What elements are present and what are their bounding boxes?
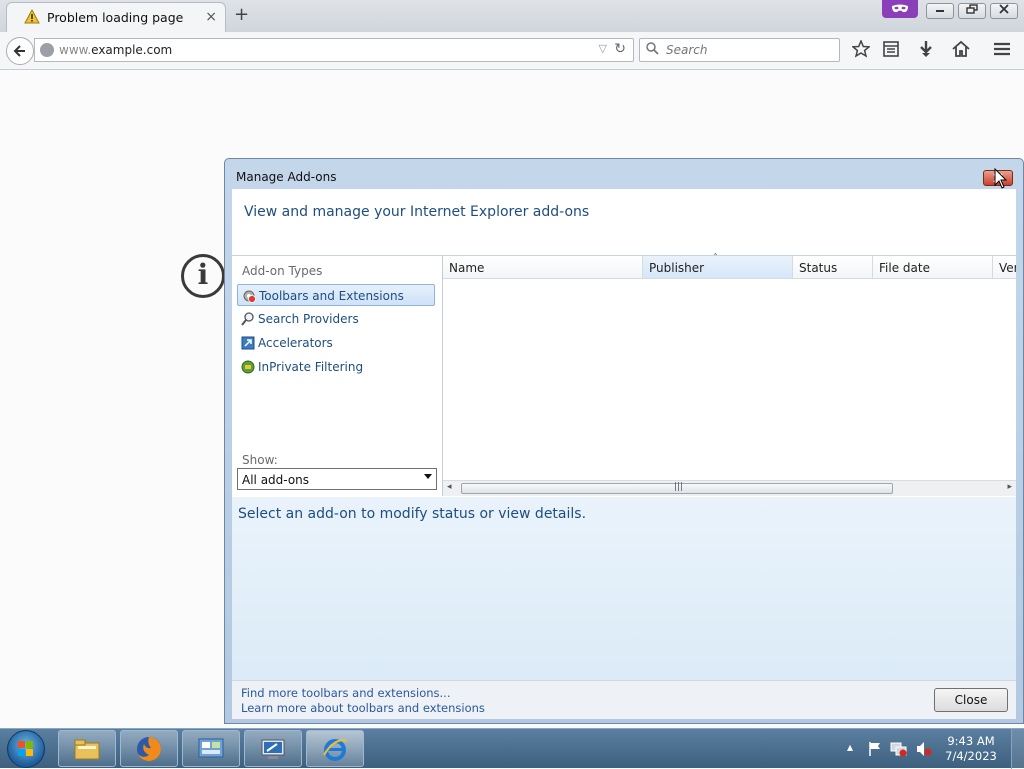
globe-icon xyxy=(40,43,54,57)
show-hidden-icons-icon[interactable]: ▴ xyxy=(847,740,853,754)
navigation-toolbar: www.example.com ▽ ↻ xyxy=(0,32,1024,70)
taskbar: ▴ 9:43 AM 7/4/2023 xyxy=(0,728,1024,769)
find-more-link[interactable]: Find more toolbars and extensions... xyxy=(241,686,450,700)
accelerator-icon xyxy=(241,336,255,350)
mask-icon xyxy=(882,0,918,18)
tab-title: Problem loading page xyxy=(47,10,184,25)
download-icon[interactable] xyxy=(917,40,935,63)
horizontal-scrollbar[interactable]: ◂ ||| ▸ xyxy=(443,480,1016,496)
addon-type-label: Toolbars and Extensions xyxy=(259,289,404,303)
column-header-version[interactable]: Ver xyxy=(993,256,1016,279)
taskbar-remote-desktop[interactable] xyxy=(244,730,302,767)
mouse-cursor-icon xyxy=(994,168,1008,189)
clock-date: 7/4/2023 xyxy=(945,749,997,763)
taskbar-firefox[interactable] xyxy=(120,730,178,767)
search-icon xyxy=(241,312,255,326)
addon-type-search-providers[interactable]: Search Providers xyxy=(237,308,435,330)
details-pane: Select an add-on to modify status or vie… xyxy=(232,497,1016,719)
scrollbar-thumb[interactable]: ||| xyxy=(461,482,893,494)
show-dropdown-value: All add-ons xyxy=(242,473,310,487)
addon-type-accelerators[interactable]: Accelerators xyxy=(237,332,435,354)
taskbar-control-panel[interactable] xyxy=(182,730,240,767)
column-header-status[interactable]: Status xyxy=(793,256,873,279)
addon-type-inprivate-filtering[interactable]: InPrivate Filtering xyxy=(237,356,435,378)
dialog-heading: View and manage your Internet Explorer a… xyxy=(244,204,590,220)
search-input[interactable] xyxy=(664,42,838,58)
addon-types-label: Add-on Types xyxy=(242,264,323,278)
tab-close-icon[interactable]: × xyxy=(205,10,217,24)
explorer-icon xyxy=(74,739,100,760)
tab-problem-loading[interactable]: Problem loading page × xyxy=(6,2,226,32)
sort-ascending-icon: ˆ xyxy=(713,253,718,264)
search-box[interactable] xyxy=(639,38,840,62)
dialog-body: View and manage your Internet Explorer a… xyxy=(232,189,1016,719)
remote-desktop-icon xyxy=(261,739,285,759)
dialog-title: Manage Add-ons xyxy=(236,170,337,184)
details-message: Select an add-on to modify status or vie… xyxy=(238,506,587,522)
control-panel-icon xyxy=(198,738,224,758)
menu-icon[interactable] xyxy=(993,40,1011,63)
scroll-left-icon[interactable]: ◂ xyxy=(447,482,452,492)
scroll-right-icon[interactable]: ▸ xyxy=(1007,482,1012,492)
restore-button[interactable] xyxy=(958,3,986,19)
addon-type-label: Search Providers xyxy=(258,312,359,326)
bookmark-star-icon[interactable] xyxy=(851,39,871,63)
new-tab-button[interactable]: + xyxy=(234,6,249,24)
windows-logo-icon xyxy=(18,741,33,756)
start-button[interactable] xyxy=(7,730,45,768)
addon-list: Name ˆ Publisher Status File date Ver ◂ … xyxy=(443,253,1016,496)
system-clock[interactable]: 9:43 AM 7/4/2023 xyxy=(936,734,1006,764)
tab-strip: Problem loading page × + xyxy=(0,0,1024,32)
addon-types-pane: Add-on Types Toolbars and Extensions Sea… xyxy=(232,256,443,496)
addon-type-label: Accelerators xyxy=(258,336,333,350)
warning-icon xyxy=(24,8,40,27)
volume-muted-icon[interactable] xyxy=(915,741,933,757)
column-header-publisher[interactable]: ˆ Publisher xyxy=(643,253,793,279)
show-dropdown[interactable]: All add-ons xyxy=(237,468,437,490)
internet-explorer-icon xyxy=(323,739,348,761)
inprivate-icon xyxy=(241,360,255,374)
dialog-footer: Find more toolbars and extensions... Lea… xyxy=(232,680,1016,719)
url-bar[interactable]: www.example.com ▽ ↻ xyxy=(34,38,634,62)
grip-icon: ||| xyxy=(674,482,684,492)
minimize-button[interactable] xyxy=(926,3,954,19)
show-label: Show: xyxy=(242,453,278,467)
column-header-name[interactable]: Name xyxy=(443,256,643,279)
home-icon[interactable] xyxy=(952,40,970,63)
addon-type-toolbars[interactable]: Toolbars and Extensions xyxy=(237,284,435,306)
firefox-icon xyxy=(137,737,161,761)
window-close-button[interactable] xyxy=(990,3,1018,19)
history-dropdown-icon[interactable]: ▽ xyxy=(599,42,607,55)
info-icon: i xyxy=(181,254,225,298)
back-button[interactable] xyxy=(6,37,34,65)
show-desktop-button[interactable] xyxy=(1011,729,1024,769)
close-button[interactable]: Close xyxy=(934,688,1008,712)
taskbar-explorer[interactable] xyxy=(58,730,116,767)
network-icon[interactable] xyxy=(890,741,908,757)
learn-more-link[interactable]: Learn more about toolbars and extensions xyxy=(241,701,485,715)
addon-type-label: InPrivate Filtering xyxy=(258,360,364,374)
column-header-file-date[interactable]: File date xyxy=(873,256,993,279)
chevron-down-icon xyxy=(424,474,432,479)
reload-icon[interactable]: ↻ xyxy=(614,41,626,57)
taskbar-internet-explorer[interactable] xyxy=(306,730,364,767)
url-text[interactable]: www.example.com xyxy=(59,43,172,57)
reading-list-icon[interactable] xyxy=(882,40,900,63)
action-center-flag-icon[interactable] xyxy=(867,741,883,757)
search-icon xyxy=(646,42,659,59)
gear-blocked-icon xyxy=(242,289,256,303)
manage-addons-dialog: Manage Add-ons View and manage your Inte… xyxy=(224,158,1024,724)
dialog-header: View and manage your Internet Explorer a… xyxy=(232,189,1016,256)
clock-time: 9:43 AM xyxy=(947,734,995,748)
